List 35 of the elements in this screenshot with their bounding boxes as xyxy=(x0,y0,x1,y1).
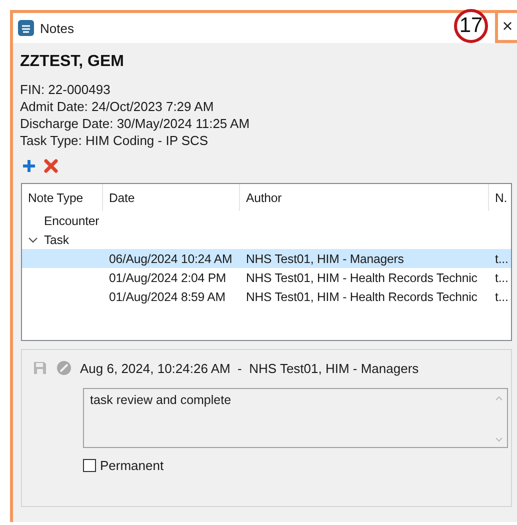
patient-detail: FIN: 22-000493 xyxy=(20,81,112,98)
column-header[interactable]: N. xyxy=(489,184,511,211)
note-row[interactable]: 01/Aug/2024 8:59 AM NHS Test01, HIM - Health Records Technic t... xyxy=(22,287,511,306)
delete-icon[interactable] xyxy=(44,159,58,173)
patient-detail: Admit Date: 24/Oct/2023 7:29 AM xyxy=(20,98,215,115)
window-title: Notes xyxy=(40,20,74,36)
column-header[interactable]: Note Type xyxy=(22,184,103,211)
column-header[interactable]: Author xyxy=(240,184,489,211)
close-button[interactable]: × xyxy=(495,10,517,43)
patient-name: ZZTEST, GEM xyxy=(20,53,125,71)
note-row[interactable]: 06/Aug/2024 10:24 AM NHS Test01, HIM - Managers t... xyxy=(22,249,511,268)
author-cell-text: NHS Test01, HIM - Health Records Technic xyxy=(245,290,478,304)
column-header[interactable]: Date xyxy=(103,184,240,211)
scrollbar-arrows-icon[interactable] xyxy=(494,394,504,444)
author-cell-text: NHS Test01, HIM - Managers xyxy=(245,252,405,266)
cancel-icon[interactable] xyxy=(56,360,72,376)
table-cell-text: t... xyxy=(494,252,510,266)
note-text-field[interactable]: task review and complete xyxy=(83,388,508,448)
note-row[interactable]: 01/Aug/2024 2:04 PM NHS Test01, HIM - Health Records Technic t... xyxy=(22,268,511,287)
checkbox[interactable] xyxy=(83,459,96,472)
permanent-checkbox[interactable]: Permanent xyxy=(83,458,164,473)
note-header: Aug 6, 2024, 10:24:26 AM - NHS Test01, HIM - Managers xyxy=(80,360,419,376)
date-cell-text: 01/Aug/2024 8:59 AM xyxy=(108,290,226,304)
table-cell-text: t... xyxy=(494,290,510,304)
app-icon xyxy=(18,20,34,36)
tree-group-label[interactable]: Encounter xyxy=(44,214,100,228)
table-cell-text: t... xyxy=(494,270,510,284)
date-cell-text: 01/Aug/2024 2:04 PM xyxy=(108,270,228,284)
date-cell-text: 06/Aug/2024 10:24 AM xyxy=(108,252,234,266)
add-icon[interactable] xyxy=(22,159,36,173)
author-cell-text: NHS Test01, HIM - Health Records Technic xyxy=(245,270,478,284)
tree-group-label[interactable]: Task xyxy=(44,232,69,246)
chevron-down-icon[interactable] xyxy=(28,234,38,244)
patient-detail: Discharge Date: 30/May/2024 11:25 AM xyxy=(20,115,251,132)
patient-detail: Task Type: HIM Coding - IP SCS xyxy=(20,132,210,149)
